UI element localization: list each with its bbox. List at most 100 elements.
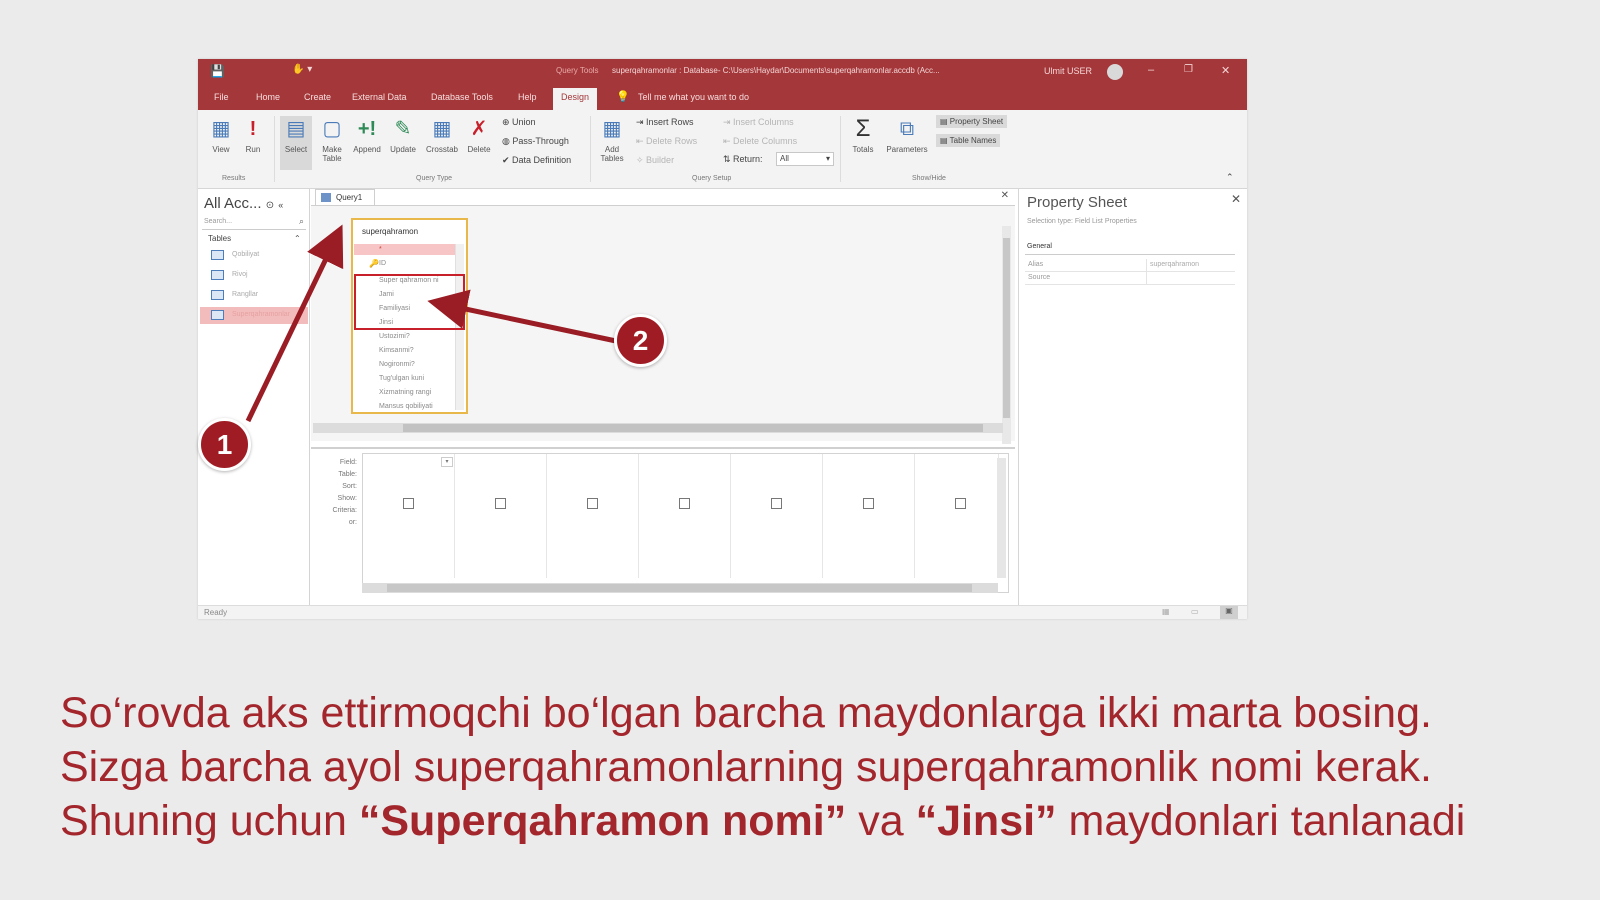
return-icon: ⇅	[723, 154, 734, 164]
delete-rows-button[interactable]: ⇤ Delete Rows	[636, 136, 697, 147]
nav-group-tables[interactable]: Tables ⌃	[208, 234, 301, 243]
view-button[interactable]: ▦ View	[206, 116, 236, 154]
table-pane-vscroll[interactable]	[1002, 226, 1011, 444]
tab-file[interactable]: File	[214, 92, 229, 102]
show-checkbox[interactable]	[771, 498, 782, 509]
touch-mode-icon[interactable]: ✋ ▾	[292, 64, 312, 75]
nav-search-input[interactable]: Search... ⌕	[202, 216, 306, 230]
datasheet-view-icon[interactable]: ▦	[1162, 607, 1170, 616]
select-button[interactable]: ▤ Select	[280, 116, 312, 170]
field-id[interactable]: 🔑 ID	[357, 259, 453, 268]
insert-rows-button[interactable]: ⇥ Insert Rows	[636, 117, 694, 128]
tab-external-data[interactable]: External Data	[352, 92, 407, 102]
field-list-superqahramon[interactable]: superqahramon * 🔑 ID Super qahramon ni Ja…	[351, 218, 468, 414]
tab-design[interactable]: Design	[553, 88, 598, 110]
nav-item-superqahramonlar[interactable]: Superqahramonlar	[200, 307, 308, 324]
property-row-source[interactable]: Source	[1025, 272, 1235, 285]
show-checkbox[interactable]	[587, 498, 598, 509]
close-icon[interactable]: ✕	[1231, 192, 1241, 206]
minimize-button[interactable]: –	[1148, 64, 1154, 76]
crosstab-button[interactable]: ▦ Crosstab	[422, 116, 462, 154]
nav-pane-title[interactable]: All Acc... ⊙ «	[204, 195, 283, 212]
field-nogironmi[interactable]: Nogironmi?	[357, 361, 453, 368]
show-checkbox[interactable]	[495, 498, 506, 509]
grid-column[interactable]	[915, 454, 999, 578]
close-document-icon[interactable]: ✕	[1001, 190, 1009, 201]
insert-columns-button[interactable]: ⇥ Insert Columns	[723, 117, 794, 128]
avatar[interactable]	[1107, 64, 1123, 80]
grid-column[interactable]	[639, 454, 731, 578]
property-row-alias[interactable]: Alias superqahramon	[1025, 259, 1235, 272]
wand-icon: ✧	[636, 155, 647, 165]
tab-create[interactable]: Create	[304, 92, 331, 102]
sql-view-icon[interactable]: ▭	[1191, 607, 1199, 616]
nav-item-qobiliyat[interactable]: Qobiliyat	[200, 247, 308, 264]
delete-columns-button[interactable]: ⇤ Delete Columns	[723, 136, 797, 147]
property-tab-general[interactable]: General	[1027, 243, 1052, 250]
close-button[interactable]: ✕	[1221, 64, 1230, 77]
property-sheet-pane: Property Sheet ✕ Selection type: Field L…	[1018, 189, 1247, 605]
field-kimsanmi[interactable]: Kimsanmi?	[357, 347, 453, 354]
caption-line-3: Shuning uchun “Superqahramon nomi” va “J…	[60, 797, 1466, 845]
design-view-icon[interactable]: ▣	[1220, 606, 1238, 619]
run-button[interactable]: ! Run	[238, 116, 268, 154]
totals-button[interactable]: Σ Totals	[846, 116, 880, 155]
query-document-tab[interactable]: Query1	[315, 189, 375, 205]
grid-column[interactable]	[823, 454, 915, 578]
field-tugulgan-kuni[interactable]: Tug'ulgan kuni	[357, 375, 453, 382]
show-checkbox[interactable]	[863, 498, 874, 509]
window-title: superqahramonlar : Database- C:\Users\Ha…	[612, 66, 940, 75]
show-checkbox[interactable]	[403, 498, 414, 509]
show-checkbox[interactable]	[955, 498, 966, 509]
field-ustozimi[interactable]: Ustozimi?	[357, 333, 453, 340]
tab-home[interactable]: Home	[256, 92, 280, 102]
tell-me-input[interactable]: Tell me what you want to do	[638, 92, 749, 102]
table-icon	[211, 250, 224, 260]
nav-item-rangllar[interactable]: Rangllar	[200, 287, 308, 304]
nav-item-rivoj[interactable]: Rivoj	[200, 267, 308, 284]
field-star[interactable]: *	[357, 246, 453, 253]
append-label: Append	[353, 145, 381, 154]
show-checkbox[interactable]	[679, 498, 690, 509]
delete-query-button[interactable]: ✗ Delete	[464, 116, 494, 154]
collapse-pane-icon[interactable]: «	[278, 200, 283, 210]
update-pencil-icon: ✎	[394, 118, 412, 140]
table-icon	[211, 290, 224, 300]
field-xizmatning-rangi[interactable]: Xizmatning rangi	[357, 389, 453, 396]
make-table-button[interactable]: ▢ Make Table	[316, 116, 348, 163]
tab-database-tools[interactable]: Database Tools	[431, 92, 493, 102]
table-names-button[interactable]: ▤ Table Names	[936, 134, 1001, 147]
parameters-button[interactable]: ⧉ Parameters	[884, 116, 930, 154]
union-button[interactable]: ⊕ Union	[502, 117, 536, 128]
save-icon[interactable]: 💾	[210, 64, 225, 78]
grid-hscroll[interactable]	[362, 583, 998, 593]
append-button[interactable]: +! Append	[350, 116, 384, 154]
tab-help[interactable]: Help	[518, 92, 537, 102]
field-mansus-qobiliyati[interactable]: Mansus qobiliyati	[357, 403, 453, 410]
search-icon: ⌕	[298, 216, 304, 226]
property-sheet-icon: ▤	[940, 117, 950, 126]
table-pane[interactable]: superqahramon * 🔑 ID Super qahramon ni Ja…	[311, 205, 1015, 444]
dropdown-circle-icon[interactable]: ⊙	[266, 200, 274, 211]
grid-column[interactable]	[455, 454, 547, 578]
data-definition-button[interactable]: ✔ Data Definition	[502, 155, 571, 166]
caption-bold-field-2: “Jinsi”	[915, 797, 1057, 845]
restore-button[interactable]: ❐	[1184, 64, 1193, 75]
return-select[interactable]: All ▾	[776, 152, 834, 166]
update-button[interactable]: ✎ Update	[386, 116, 420, 154]
builder-button[interactable]: ✧ Builder	[636, 155, 674, 166]
callout-badge-2: 2	[614, 314, 667, 367]
grid-column[interactable]	[547, 454, 639, 578]
grid-column[interactable]: ▾	[363, 454, 455, 578]
delete-rows-label: Delete Rows	[646, 136, 698, 146]
property-sheet-button[interactable]: ▤ Property Sheet	[936, 115, 1008, 128]
grid-column[interactable]	[731, 454, 823, 578]
chevron-down-icon[interactable]: ▾	[441, 457, 453, 467]
add-tables-button[interactable]: ▦ Add Tables	[596, 116, 628, 163]
pass-through-button[interactable]: ◍ Pass-Through	[502, 136, 569, 147]
collapse-ribbon-icon[interactable]: ⌃	[1226, 172, 1234, 183]
grid-vscroll[interactable]	[997, 458, 1006, 578]
exclamation-icon: !	[249, 118, 257, 140]
table-pane-hscroll[interactable]	[313, 423, 1003, 433]
qbe-grid[interactable]: ▾	[362, 453, 1009, 593]
